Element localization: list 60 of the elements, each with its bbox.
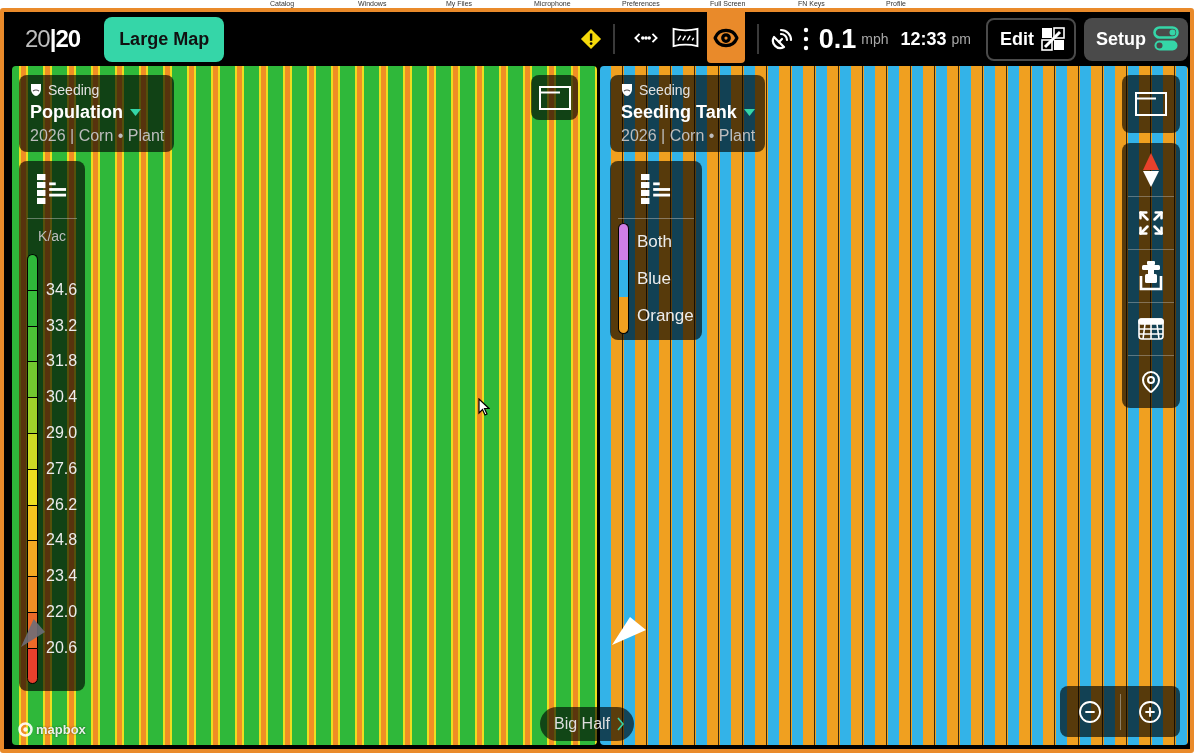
expand-icon [1137, 209, 1165, 237]
edit-button[interactable]: Edit [986, 17, 1076, 61]
legend-label: Both [637, 231, 672, 252]
legend-label: Orange [637, 305, 694, 326]
toggle-icon [1153, 26, 1179, 52]
window-icon [538, 85, 571, 110]
window-icon [1135, 92, 1167, 116]
clock-time: 12:33 [900, 28, 947, 50]
compass-icon [1141, 152, 1161, 187]
legend-value: 34.6 [46, 280, 78, 299]
caret-icon [130, 108, 141, 116]
legend-value: 26.2 [46, 495, 78, 514]
dots-icon [802, 27, 809, 51]
speed-unit: mph [861, 31, 889, 47]
legend-value: 33.2 [46, 316, 78, 335]
layer-dropdown[interactable]: Seeding Tank [621, 99, 755, 125]
legend-value: 24.8 [46, 531, 78, 550]
legend-value: 23.4 [46, 567, 78, 586]
caret-icon [743, 108, 755, 116]
window-button[interactable] [531, 75, 578, 120]
brand-logo: 20|20 [25, 25, 81, 53]
layer-category: Seeding [48, 81, 100, 99]
clock-period: pm [951, 31, 971, 47]
visibility-button[interactable] [706, 12, 745, 63]
seed-icon [30, 83, 42, 97]
legend-value: 22.0 [46, 602, 78, 621]
zoom-out-icon [1077, 699, 1102, 724]
legend-value: 27.6 [46, 459, 78, 478]
setup-button[interactable]: Setup [1084, 17, 1188, 61]
grid-icon [1138, 318, 1164, 340]
heading-arrow-icon [612, 617, 646, 645]
legend-value: 29.0 [46, 424, 78, 442]
layer-details: 2026 | Corn • Plant [30, 126, 165, 146]
legend-value: 31.8 [46, 352, 78, 371]
seed-icon [621, 83, 633, 97]
location-pin-icon [1139, 370, 1163, 394]
layer-dropdown[interactable]: Population [30, 99, 141, 125]
layer-category: Seeding [639, 81, 691, 99]
legend-label: Blue [637, 268, 672, 289]
legend-icon[interactable] [640, 174, 671, 204]
chevron-icon [617, 717, 625, 731]
legend-icon[interactable] [37, 174, 68, 204]
screen-icon [672, 27, 700, 48]
view-button[interactable]: Large Map [104, 16, 225, 62]
legend-unit: K/ac [38, 228, 67, 244]
circle-logo-icon [18, 722, 33, 737]
split-button[interactable]: Big Half [540, 707, 635, 741]
window-button[interactable] [1122, 75, 1180, 133]
heading-arrow-icon [21, 619, 45, 647]
satellite-icon [769, 27, 794, 51]
layer-details: 2026 | Corn • Plant [621, 126, 756, 146]
zoom-in-icon [1138, 699, 1163, 724]
arrows-icon [633, 31, 658, 44]
warning-icon[interactable] [579, 28, 602, 50]
pointer-icon [478, 398, 490, 416]
vehicle-icon [1139, 261, 1163, 291]
edit-icon [1041, 27, 1065, 51]
speed-value: 0.1 [818, 23, 857, 55]
legend-value: 30.4 [46, 388, 78, 407]
legend-value: 20.6 [46, 638, 78, 657]
